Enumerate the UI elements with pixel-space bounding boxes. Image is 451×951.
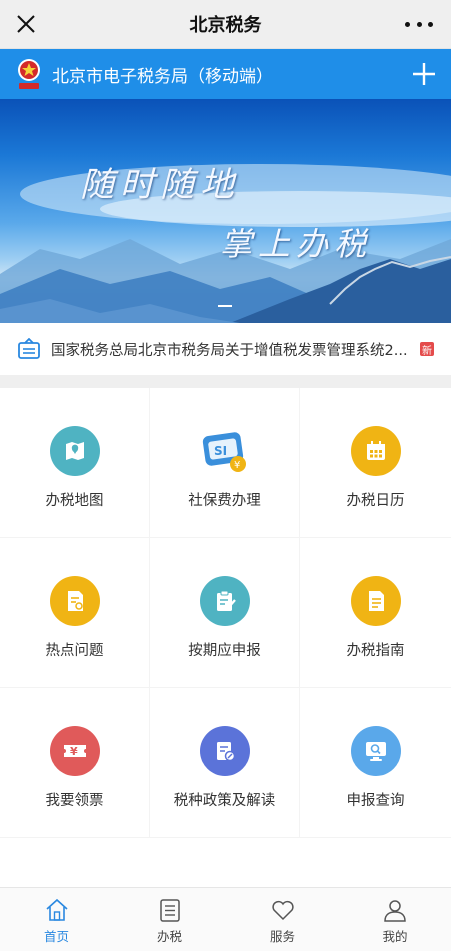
header-title: 北京市电子税务局（移动端） xyxy=(52,66,273,87)
grid-item-label: 热点问题 xyxy=(45,643,104,659)
grid-item-label: 按期应申报 xyxy=(188,643,261,659)
new-badge: 新 xyxy=(420,342,434,357)
policy-doc-icon xyxy=(199,726,250,776)
tab-mine[interactable]: 我的 xyxy=(339,888,451,951)
grid-item-tax-guide[interactable]: 办税指南 xyxy=(300,538,451,688)
grid-item-label: 办税地图 xyxy=(45,493,104,509)
heart-icon xyxy=(271,900,294,921)
top-navigation-bar: 北京税务 xyxy=(0,0,451,49)
tab-label: 办税 xyxy=(156,929,182,944)
bottom-tab-bar: 首页 办税 服务 我的 xyxy=(0,887,451,951)
home-icon xyxy=(45,898,68,921)
tab-service[interactable]: 服务 xyxy=(226,888,339,951)
user-icon xyxy=(384,900,406,922)
tab-label: 服务 xyxy=(269,929,295,944)
grid-item-label: 我要领票 xyxy=(45,793,104,809)
close-icon[interactable] xyxy=(12,10,40,38)
banner-carousel[interactable]: 随时随地 掌上办税 xyxy=(0,99,451,323)
tab-tax-handling[interactable]: 办税 xyxy=(113,888,226,951)
list-icon xyxy=(159,899,180,922)
tab-label: 我的 xyxy=(382,929,408,944)
declare-form-icon xyxy=(199,576,250,626)
grid-item-tax-map[interactable]: 办税地图 xyxy=(0,388,150,538)
grid-item-declaration-query[interactable]: 申报查询 xyxy=(300,688,451,838)
grid-item-tax-calendar[interactable]: 办税日历 xyxy=(300,388,451,538)
social-security-card-icon: SI ¥ xyxy=(200,426,250,476)
grid-item-label: 办税日历 xyxy=(346,493,405,509)
grid-item-label: 社保费办理 xyxy=(188,493,261,509)
tax-emblem-icon xyxy=(18,59,40,89)
notice-bar[interactable]: 国家税务总局北京市税务局关于增值税发票管理系统2... 新 xyxy=(0,323,451,375)
svg-text:SI: SI xyxy=(214,444,227,458)
tab-home[interactable]: 首页 xyxy=(0,888,113,951)
grid-item-label: 税种政策及解读 xyxy=(173,793,276,809)
page-title: 北京税务 xyxy=(189,15,262,36)
announcement-icon xyxy=(18,338,40,359)
ticket-yuan-icon: ¥ xyxy=(49,726,100,776)
grid-item-social-security[interactable]: SI ¥ 社保费办理 xyxy=(150,388,300,538)
calendar-icon xyxy=(350,426,401,476)
notice-text[interactable]: 国家税务总局北京市税务局关于增值税发票管理系统2... xyxy=(51,339,413,360)
add-icon[interactable] xyxy=(411,61,437,87)
tab-label: 首页 xyxy=(43,929,69,944)
map-icon xyxy=(49,426,100,476)
grid-item-tax-policy[interactable]: 税种政策及解读 xyxy=(150,688,300,838)
grid-item-scheduled-declaration[interactable]: 按期应申报 xyxy=(150,538,300,688)
service-grid: 办税地图 SI ¥ 社保费办理 办税日历 热点问题 按期应申报 办税指南 ¥ 我… xyxy=(0,388,451,838)
great-wall-landscape-image xyxy=(0,164,451,323)
guide-doc-icon xyxy=(350,576,401,626)
hot-question-doc-icon xyxy=(49,576,100,626)
grid-item-label: 办税指南 xyxy=(346,643,405,659)
banner-slogan-line1: 随时随地 xyxy=(80,165,240,205)
grid-item-hot-questions[interactable]: 热点问题 xyxy=(0,538,150,688)
grid-item-get-invoice[interactable]: ¥ 我要领票 xyxy=(0,688,150,838)
section-divider xyxy=(0,375,451,388)
grid-item-label: 申报查询 xyxy=(346,793,405,809)
more-options-icon[interactable] xyxy=(405,14,433,34)
banner-slogan-line2: 掌上办税 xyxy=(220,225,373,263)
app-header: 北京市电子税务局（移动端） xyxy=(0,49,451,99)
svg-text:¥: ¥ xyxy=(234,460,240,471)
carousel-indicator xyxy=(218,305,232,307)
search-monitor-icon xyxy=(350,726,401,776)
svg-text:¥: ¥ xyxy=(70,745,78,758)
